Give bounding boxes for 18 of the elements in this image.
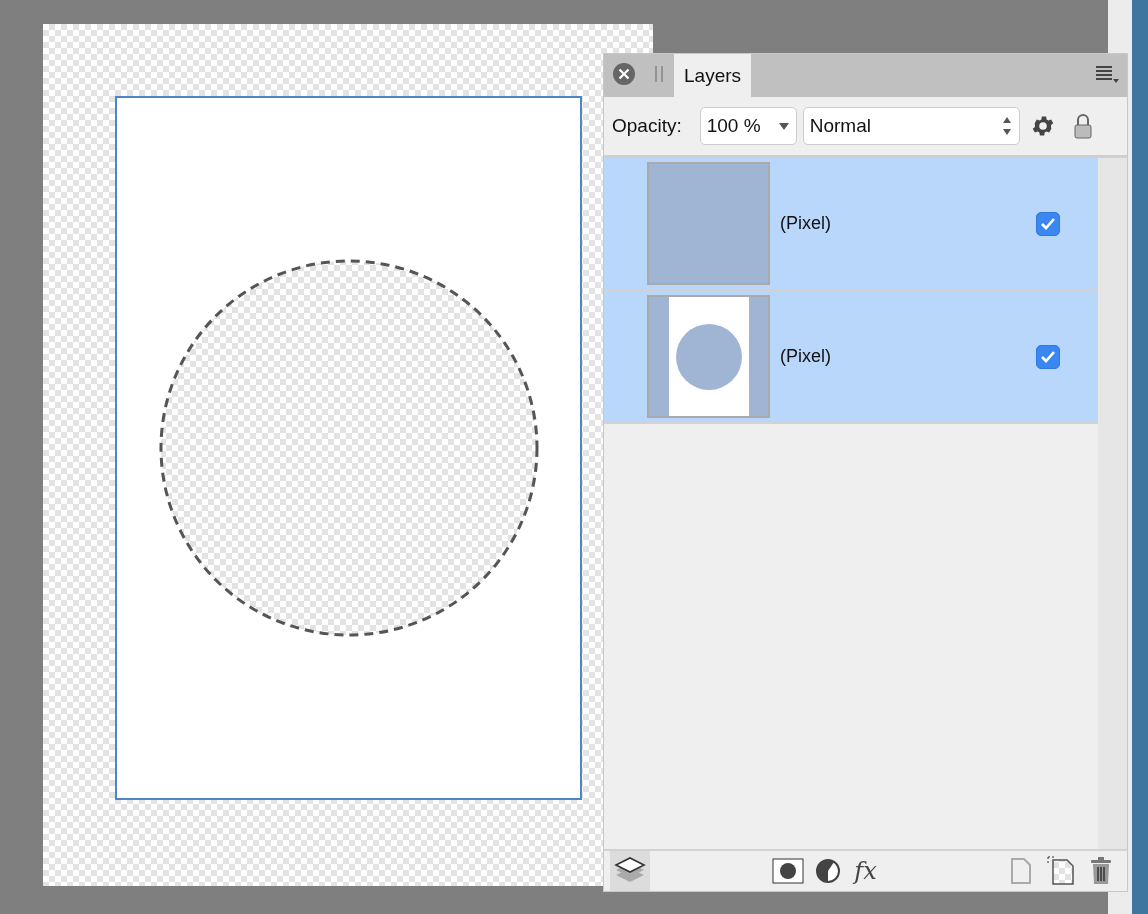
layers-stack-icon[interactable] xyxy=(610,851,650,891)
visibility-checkbox[interactable] xyxy=(1036,211,1060,236)
layer-row[interactable]: (Pixel) xyxy=(604,158,1098,291)
layer-name: (Pixel) xyxy=(780,346,832,367)
visibility-checkbox[interactable] xyxy=(1036,344,1060,369)
layers-tab[interactable]: Layers xyxy=(674,54,752,97)
opacity-dropdown[interactable]: 100 % xyxy=(699,107,797,145)
blend-mode-dropdown[interactable]: Normal xyxy=(802,107,1020,145)
layer-row[interactable]: (Pixel) xyxy=(604,291,1098,424)
stepper-arrows-icon xyxy=(1000,115,1013,137)
scrollbar-track[interactable] xyxy=(1098,158,1127,849)
effects-button[interactable]: fx xyxy=(848,857,883,885)
layer-name: (Pixel) xyxy=(780,213,832,234)
checkmark-icon xyxy=(1040,349,1056,364)
close-icon[interactable] xyxy=(612,62,636,86)
checkmark-icon xyxy=(1040,216,1056,231)
opacity-label: Opacity: xyxy=(612,115,682,137)
dropdown-arrow-icon xyxy=(777,121,790,131)
